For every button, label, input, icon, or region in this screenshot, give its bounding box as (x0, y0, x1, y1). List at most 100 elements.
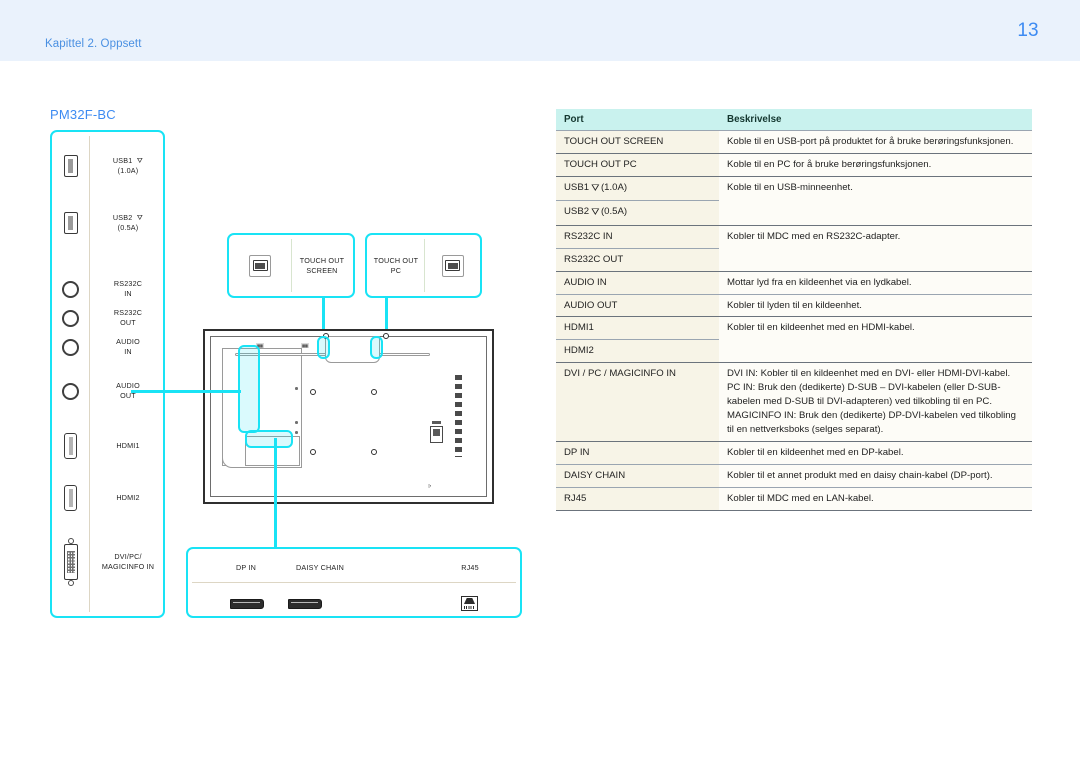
port-label-dvi-line2: MAGICINFO IN (101, 562, 155, 571)
table-row: RJ45 Kobler til MDC med en LAN-kabel. (556, 486, 1032, 511)
chapter-breadcrumb: Kapittel 2. Oppsett (45, 38, 142, 50)
cell-port: TOUCH OUT PC (556, 152, 719, 177)
monitor-power-connector-cap (432, 421, 441, 424)
port-row-rs232c-in: RS232C IN (52, 278, 167, 300)
touch-out-pc-box: TOUCH OUT PC (365, 233, 482, 298)
cell-port: USB1 ⛛ (1.0A) (556, 175, 719, 201)
column-header-port: Port (556, 109, 719, 131)
table-row: DAISY CHAIN Kobler til et annet produkt … (556, 463, 1032, 488)
touch-out-screen-label-line1: TOUCH OUT (299, 255, 345, 265)
usb-trident-icon: ⛛ (591, 207, 599, 219)
port-row-rs232c-out: RS232C OUT (52, 307, 167, 329)
monitor-rear-view-diagram: ▮▮▮ ▮▮▮ ▯▪ (203, 329, 494, 504)
bottom-panel-divider (192, 582, 516, 583)
cell-port: RS232C OUT (556, 247, 719, 272)
highlight-side-ports (238, 345, 260, 433)
monitor-power-connector (430, 426, 443, 443)
monitor-vent-strip (455, 375, 462, 457)
port-label-usb1-line1: USB1 (112, 156, 133, 166)
usb-trident-icon: ⛛ (591, 182, 599, 194)
cell-port-text: USB2 (564, 206, 590, 218)
port-label-usb1-line2: (1.0A) (117, 166, 139, 175)
usb-trident-icon: ⛛ (134, 213, 144, 223)
hdmi-port-icon (52, 433, 89, 459)
description-paragraph: PC IN: Bruk den (dedikerte) D-SUB – DVI-… (727, 382, 1001, 408)
cell-description: Mottar lyd fra en kildeenhet via en lydk… (719, 270, 1032, 295)
monitor-bottom-label: ▯▪ (428, 483, 432, 488)
port-row-audio-in: AUDIO IN (52, 336, 167, 358)
table-header-row: Port Beskrivelse (556, 109, 1032, 131)
usb-type-b-icon (425, 254, 480, 277)
port-label-audio-in-line2: IN (124, 347, 132, 356)
port-row-usb2: USB2 ⛛ (0.5A) (52, 205, 167, 241)
highlight-bottom-ports (245, 430, 293, 448)
cell-port: RS232C IN (556, 224, 719, 249)
monitor-screw (310, 389, 316, 395)
audio-jack-icon (52, 382, 89, 400)
cell-port: DVI / PC / MAGICINFO IN (556, 362, 719, 442)
cell-description: Koble til en USB-port på produktet for å… (719, 130, 1032, 154)
monitor-screw (310, 449, 316, 455)
monitor-marker-dot (295, 387, 298, 390)
usb-port-icon (52, 212, 89, 234)
table-row: HDMI1 Kobler til en kildeenhet med en HD… (556, 316, 1032, 363)
audio-jack-icon (52, 309, 89, 327)
page-header-band (0, 0, 1080, 61)
table-row: TOUCH OUT SCREEN Koble til en USB-port p… (556, 130, 1032, 154)
bottom-port-label-rj45: RJ45 (461, 563, 479, 572)
highlight-touch-out-pc-port (370, 336, 383, 359)
displayport-icon (288, 599, 322, 609)
bottom-port-label-daisy-chain: DAISY CHAIN (296, 563, 344, 572)
port-row-dvi: DVI/PC/ MAGICINFO IN (52, 538, 167, 586)
port-label-rs232c-out-line1: RS232C (113, 308, 143, 318)
cell-description: Kobler til et annet produkt med en daisy… (719, 463, 1032, 488)
cell-description: Kobler til en kildeenhet med en DP-kabel… (719, 440, 1032, 465)
cell-description: DVI IN: Kobler til en kildeenhet med en … (719, 362, 1032, 442)
bottom-port-panel-diagram: DP IN DAISY CHAIN RJ45 (186, 547, 522, 618)
port-row-hdmi1: HDMI1 (52, 432, 167, 460)
port-row-hdmi2: HDMI2 (52, 484, 167, 512)
touch-out-screen-box: TOUCH OUT SCREEN (227, 233, 355, 298)
cell-port: RJ45 (556, 486, 719, 511)
usb-type-b-icon (229, 254, 291, 277)
cell-port: HDMI1 (556, 316, 719, 340)
hdmi-port-icon (52, 485, 89, 511)
touch-out-pc-label-line1: TOUCH OUT (373, 255, 419, 265)
displayport-icon (230, 599, 264, 609)
audio-jack-icon (52, 280, 89, 298)
side-port-panel-diagram: USB1 ⛛ (1.0A) USB2 ⛛ (0.5A) RS232C IN RS… (50, 130, 165, 618)
cell-port: DP IN (556, 440, 719, 465)
cell-port: USB2 ⛛ (0.5A) (556, 200, 719, 226)
port-label-hdmi1: HDMI1 (116, 441, 140, 451)
highlight-touch-out-screen-port (317, 336, 330, 359)
cell-port: AUDIO OUT (556, 293, 719, 317)
bottom-port-label-dp-in: DP IN (235, 563, 257, 572)
monitor-screw (371, 389, 377, 395)
monitor-screw (371, 449, 377, 455)
cell-description: Kobler til en kildeenhet med en HDMI-kab… (719, 316, 1032, 363)
table-row: AUDIO OUT Kobler til lyden til en kildee… (556, 293, 1032, 317)
monitor-screw (383, 333, 389, 339)
port-label-usb2-line1: USB2 (112, 213, 133, 223)
audio-jack-icon (52, 338, 89, 356)
touch-out-pc-label-line2: PC (390, 265, 402, 275)
cell-port-current: (1.0A) (600, 181, 628, 193)
cell-port: AUDIO IN (556, 270, 719, 295)
page-number: 13 (1017, 20, 1039, 41)
cell-description: Kobler til MDC med en LAN-kabel. (719, 486, 1032, 511)
port-label-dvi-line1: DVI/PC/ (114, 552, 142, 562)
cell-port: HDMI2 (556, 339, 719, 363)
page-title: PM32F-BC (50, 107, 116, 122)
port-label-rs232c-in-line2: IN (124, 289, 132, 298)
cell-port: DAISY CHAIN (556, 463, 719, 488)
table-row: DP IN Kobler til en kildeenhet med en DP… (556, 440, 1032, 465)
table-row: AUDIO IN Mottar lyd fra en kildeenhet vi… (556, 270, 1032, 295)
dvi-port-icon (52, 538, 89, 586)
port-row-usb1: USB1 ⛛ (1.0A) (52, 148, 167, 184)
port-label-audio-out-line1: AUDIO (116, 381, 140, 391)
usb-port-icon (52, 155, 89, 177)
cell-port: TOUCH OUT SCREEN (556, 130, 719, 154)
port-label-audio-in-line1: AUDIO (116, 337, 140, 347)
cell-description: Koble til en USB-minneenhet. (719, 175, 1032, 226)
port-description-table: Port Beskrivelse TOUCH OUT SCREEN Koble … (556, 109, 1032, 511)
